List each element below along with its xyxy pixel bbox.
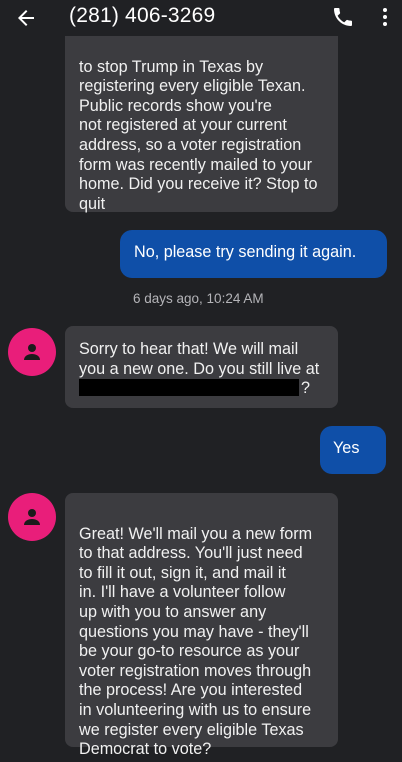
sender-avatar[interactable] xyxy=(8,328,56,376)
redacted-address xyxy=(79,379,299,397)
message-text: Sorry to hear that! We will mail you a n… xyxy=(79,340,320,378)
outgoing-message[interactable]: Yes xyxy=(320,426,386,474)
incoming-message[interactable]: Sorry to hear that! We will mail you a n… xyxy=(65,326,338,408)
incoming-message[interactable]: Great! We'll mail you a new form to that… xyxy=(65,493,338,758)
person-icon xyxy=(24,344,40,360)
message-text: No, please try sending it again. xyxy=(134,243,357,261)
message-text: to stop Trump in Texas by registering ev… xyxy=(79,57,318,213)
contact-title: (281) 406-3269 xyxy=(69,4,216,27)
outgoing-message[interactable]: No, please try sending it again. xyxy=(120,230,387,278)
message-thread[interactable]: to stop Trump in Texas by registering ev… xyxy=(0,0,402,762)
incoming-message[interactable]: to stop Trump in Texas by registering ev… xyxy=(65,8,338,213)
message-timestamp: 6 days ago, 10:24 AM xyxy=(133,291,264,306)
person-icon xyxy=(24,509,40,525)
phone-icon[interactable] xyxy=(331,5,355,29)
back-arrow-icon[interactable] xyxy=(14,6,38,30)
message-text: Great! We'll mail you a new form to that… xyxy=(79,524,313,759)
sender-avatar[interactable] xyxy=(8,493,56,541)
message-text-end: ? xyxy=(301,379,311,398)
more-vert-icon[interactable] xyxy=(373,5,397,29)
message-text: Yes xyxy=(333,439,360,457)
top-app-bar: (281) 406-3269 xyxy=(0,0,402,36)
